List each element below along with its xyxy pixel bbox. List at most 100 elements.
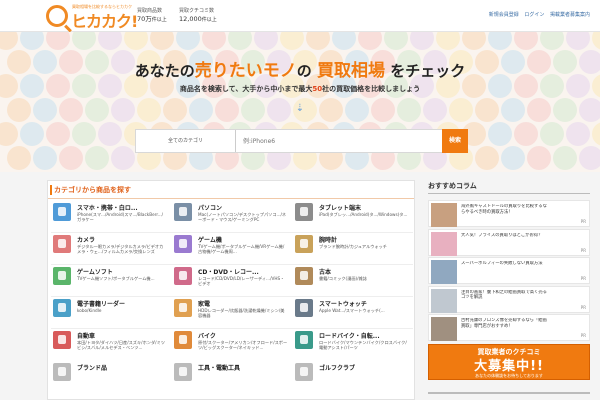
category-item[interactable]: ロードバイク・自転... ロードバイク/マウンテンバイク/クロスバイク/電動アシス…: [293, 331, 411, 361]
column-item[interactable]: 古村充康のブロンズ像を売却するなら「絵画買取」専門店がおすすめ！ PR: [428, 314, 590, 341]
category-item[interactable]: バイク 原付/スクーター/アメリカン/オフロード/スポーツ/ビッグスクーター/ネイ…: [172, 331, 290, 361]
headline-pre: あなたの: [134, 62, 195, 80]
column-title: 海外風キャストドールの買取りを比較するならやるべき時の買取方法！: [461, 204, 547, 215]
site-logo[interactable]: 買取相場を比較するならヒカカク ヒカカク!: [46, 4, 141, 31]
column-title: 古村充康のブロンズ像を売却するなら「絵画買取」専門店がおすすめ！: [461, 318, 547, 329]
category-subcategories: iPhone(スマ.../Android(スマ.../BlackBerr.../…: [77, 212, 164, 223]
category-row-divider: [51, 264, 413, 265]
category-item[interactable]: CD・DVD・レコー... レコード/CD/DVD/LD/レーザーディ.../VH…: [172, 267, 290, 297]
category-item[interactable]: 古本 書籍/コミック(漫画)/雑誌: [293, 267, 411, 297]
category-name: 古本: [319, 269, 332, 276]
pr-label: PR: [580, 219, 586, 224]
search-input[interactable]: [237, 130, 433, 152]
category-thumbnail: [174, 299, 192, 317]
category-name: スマホ・携帯・白ロ...: [77, 205, 138, 212]
category-subcategories: kobo/Kindle: [77, 308, 102, 313]
category-item[interactable]: ブランド品: [51, 363, 169, 393]
search-button[interactable]: 検索: [442, 129, 468, 153]
category-item[interactable]: 工具・電動工具: [172, 363, 290, 393]
stat-products-value: 70万: [137, 15, 152, 23]
category-name: ゴルフクラブ: [319, 365, 356, 372]
recruit-link[interactable]: 掲載業者募集案内: [550, 12, 590, 18]
category-item[interactable]: スマホ・携帯・白ロ... iPhone(スマ.../Android(スマ.../B…: [51, 203, 169, 233]
stat-reviews-label: 買取クチコミ数: [179, 8, 215, 14]
login-link[interactable]: ログイン: [524, 12, 544, 18]
category-name: ゲーム機: [198, 237, 222, 244]
category-item[interactable]: 腕時計 ブランド腕時計/カジュアルウォッチ: [293, 235, 411, 265]
category-thumbnail: [295, 363, 313, 381]
category-thumbnail: [53, 235, 71, 253]
category-name: 工具・電動工具: [198, 365, 241, 372]
logo-name: ヒカカク!: [71, 12, 138, 31]
down-arrow-icon: ⇣: [295, 103, 305, 114]
category-row-divider: [51, 296, 413, 297]
stat-reviews: 買取クチコミ数 12,000件以上: [179, 7, 217, 24]
hero-headline: あなたの売りたいモノの 買取相場 をチェック: [0, 56, 600, 81]
category-item[interactable]: ゴルフクラブ: [293, 363, 411, 393]
column-item[interactable]: 注目の画家！腹下和之の絵画買取で高く売るコツを解説 PR: [428, 285, 590, 313]
category-name: バイク: [198, 333, 216, 340]
category-name: ゲームソフト: [77, 269, 113, 276]
review-recruit-banner[interactable]: 買取業者のクチコミ 大募集中!! あなたの体験談をお待ちしております: [428, 344, 590, 380]
category-item[interactable]: ゲームソフト TVゲーム機ソフト/ポータブルゲーム機...: [51, 267, 169, 297]
column-item[interactable]: 海外風キャストドールの買取りを比較するならやるべき時の買取方法！ PR: [428, 200, 590, 227]
category-name: カメラ: [77, 237, 96, 244]
category-subcategories: 原付/スクーター/アメリカン/オフロード/スポーツ/ビッグスクーター/ネイキッド…: [198, 340, 288, 351]
category-name: CD・DVD・レコー...: [198, 269, 259, 276]
category-item[interactable]: パソコン Mac(ノートパソコン/デスクトップパソコ.../ネーボード・マウス/ゲ…: [172, 203, 290, 233]
category-thumbnail: [295, 331, 313, 349]
subline-pre: 商品名を検索して、大手から中小まで最大: [179, 85, 313, 93]
column-sidebar: おすすめコラム 海外風キャストドールの買取りを比較するならやるべき時の買取方法！…: [428, 180, 590, 400]
sidebar-next-section: [428, 392, 590, 400]
category-name: ロードバイク・自転...: [319, 333, 380, 340]
pr-label: PR: [580, 333, 586, 338]
pr-label: PR: [580, 276, 586, 281]
column-title: 注目の画家！腹下和之の絵画買取で高く売るコツを解説: [461, 289, 547, 301]
magnifier-logo-icon: [46, 5, 68, 27]
category-subcategories: 本田/トヨタ/ダイハツ/日産/スズキ/ホンダ/ミツビシ/スバル/メルセデス・ベン…: [77, 340, 165, 351]
category-thumbnail: [53, 299, 71, 317]
header-links: 新規会員登録 ログイン 掲載業者募集案内: [485, 11, 590, 18]
category-thumbnail: [53, 331, 71, 349]
category-item[interactable]: カメラ デジタル一眼カメラ/デジタルカメラ/ビデオカメラ・ウェ.../フィルムカメ…: [51, 235, 169, 265]
category-subcategories: HDDレコーダー/炊飯器/洗濯乾燥機/ミシン/美容機器: [198, 308, 285, 319]
category-item[interactable]: 家電 HDDレコーダー/炊飯器/洗濯乾燥機/ミシン/美容機器: [172, 299, 290, 329]
column-item[interactable]: 大人気！プライズの買取りはどこがお得？ PR: [428, 228, 590, 256]
category-name: 腕時計: [319, 237, 338, 244]
category-subcategories: ブランド腕時計/カジュアルウォッチ: [319, 244, 387, 249]
site-header: 買取相場を比較するならヒカカク ヒカカク! 買取商品数 70万件以上 買取クチコ…: [0, 0, 600, 32]
category-panel: カテゴリから商品を探す スマホ・携帯・白ロ... iPhone(スマ.../And…: [47, 180, 415, 400]
category-item[interactable]: スマートウォッチ Apple Wat.../スマートウォッチ(...: [293, 299, 411, 329]
headline-post: をチェック: [390, 62, 466, 80]
category-subcategories: レコード/CD/DVD/LD/レーザーディ.../VHS・ビデオ: [198, 276, 285, 287]
category-name: ブランド品: [77, 365, 108, 372]
category-subcategories: Apple Wat.../スマートウォッチ(...: [319, 308, 385, 313]
stat-products-unit: 件以上: [151, 17, 167, 23]
column-item[interactable]: スーパーボルフィーの失敗しない買取方法 PR: [428, 257, 590, 284]
column-sidebar-title: おすすめコラム: [428, 180, 590, 194]
category-thumbnail: [295, 299, 313, 317]
category-thumbnail: [174, 203, 192, 221]
column-thumbnail: [431, 203, 457, 227]
category-subcategories: ロードバイク/マウンテンバイク/クロスバイク/電動アシスト/パーツ: [319, 340, 407, 351]
category-thumbnail: [53, 363, 71, 381]
category-item[interactable]: タブレット端末 iPad(タブレッ.../Android(タ.../Windows…: [293, 203, 411, 233]
category-name: 電子書籍リーダー: [77, 301, 126, 308]
register-link[interactable]: 新規会員登録: [489, 12, 519, 18]
category-thumbnail: [295, 203, 313, 221]
category-name: 家電: [198, 301, 211, 308]
category-subcategories: TVゲーム機/ポータブルゲーム機/VRゲーム機/古物機/ゲーム機周...: [198, 244, 285, 255]
column-thumbnail: [431, 260, 457, 284]
stat-reviews-value: 12,000: [179, 15, 202, 23]
hero-subline: 商品名を検索して、大手から中小まで最大50社の買取価格を比較しましょう: [0, 84, 600, 94]
category-row-divider: [51, 328, 413, 329]
category-item[interactable]: 電子書籍リーダー kobo/Kindle: [51, 299, 169, 329]
category-item[interactable]: 自動車 本田/トヨタ/ダイハツ/日産/スズキ/ホンダ/ミツビシ/スバル/メルセデス…: [51, 331, 169, 361]
category-select[interactable]: 全てのカテゴリ: [136, 130, 236, 152]
stat-reviews-unit: 件以上: [201, 17, 217, 23]
category-thumbnail: [53, 203, 71, 221]
category-name: タブレット端末: [319, 205, 362, 212]
category-item[interactable]: ゲーム機 TVゲーム機/ポータブルゲーム機/VRゲーム機/古物機/ゲーム機周...: [172, 235, 290, 265]
headline-emphasis-2: 買取相場: [317, 61, 385, 81]
banner-line-2: 大募集中!!: [474, 359, 544, 374]
